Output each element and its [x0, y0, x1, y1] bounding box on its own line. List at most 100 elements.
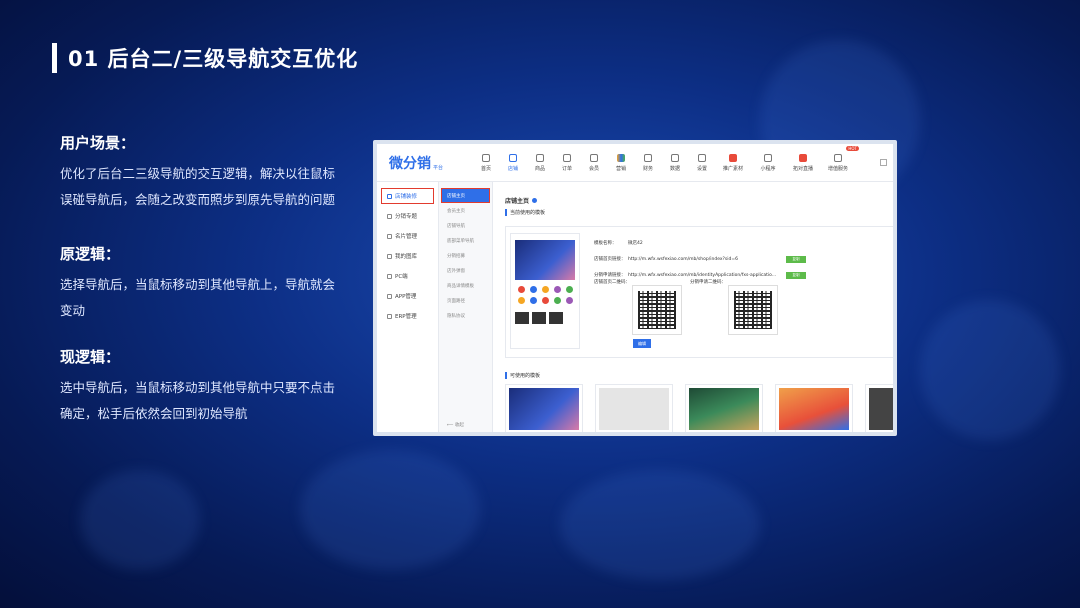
sidebar2-item[interactable]: 店外弹窗: [439, 263, 492, 278]
template-name: 微店42: [628, 241, 643, 246]
nav-label: 财务: [643, 165, 654, 172]
available-templates-heading: 可使用的模板: [505, 372, 540, 379]
shop-link[interactable]: http://m.wfx.wsfexiao.com/mb/shop/index?…: [628, 257, 784, 262]
thumb-image: [779, 388, 849, 430]
nav-service[interactable]: 增值服务: [821, 153, 855, 172]
bokeh-light: [80, 470, 200, 570]
sidebar2-item[interactable]: 底部菜单导航: [439, 233, 492, 248]
section-old-logic: 原逻辑： 选择导航后，当鼠标移动到其他导航上，导航就会变动: [60, 243, 340, 324]
title-accent-bar: [52, 43, 57, 73]
sidebar1-erp[interactable]: ERP管理: [377, 306, 438, 326]
template-thumb[interactable]: [685, 384, 763, 432]
section-heading: 用户场景：: [60, 134, 136, 152]
home-icon: [482, 153, 491, 162]
nav-label: 订单: [562, 165, 573, 172]
nav-label: 推广素材: [723, 165, 744, 172]
miniapp-icon: [764, 153, 773, 162]
slide-title-text: 01 后台二/三级导航交互优化: [68, 47, 359, 71]
template-thumb[interactable]: [505, 384, 583, 432]
preview-dot: [565, 286, 573, 293]
sidebar1-app[interactable]: APP管理: [377, 286, 438, 306]
sidebar1-gallery[interactable]: 我的图库: [377, 246, 438, 266]
apply-link[interactable]: http://m.wfx.wsfexiao.com/mb/identityApp…: [628, 273, 784, 278]
nav-goods[interactable]: 商品: [527, 153, 553, 172]
sidebar1-label: PC端: [395, 274, 408, 280]
pc-icon: [387, 273, 392, 279]
template-thumb[interactable]: [775, 384, 853, 432]
nav-home[interactable]: 首页: [473, 153, 499, 172]
collapse-sidebar-button[interactable]: ⟵ 收起: [447, 422, 464, 428]
template-info: 模板名称： 微店42 店铺首页链接： http://m.wfx.wsfexiao.c…: [594, 235, 806, 283]
sidebar1-label: 店铺装修: [395, 194, 418, 200]
nav-label: 设置: [697, 165, 708, 172]
hot-badge: HOT: [846, 146, 859, 151]
nav-marketing[interactable]: 营销: [608, 153, 634, 172]
nav-data[interactable]: 数据: [662, 153, 688, 172]
preview-good: [515, 312, 529, 324]
copy-shop-link-button[interactable]: 复制: [786, 255, 806, 263]
sidebar1-label: 分销专题: [395, 214, 418, 220]
gallery-icon: [387, 253, 392, 259]
nav-label: 数据: [670, 165, 681, 172]
app-logo[interactable]: 微分销 平台: [389, 153, 443, 173]
section-body: 优化了后台二三级导航的交互逻辑，解决以往鼠标误碰导航后，会随之改变而照步到原先导…: [60, 166, 336, 207]
service-icon: [834, 153, 843, 162]
edit-template-button[interactable]: 编辑: [633, 339, 651, 348]
nav-member[interactable]: 会员: [581, 153, 607, 172]
top-nav-bar: 微分销 平台 首页 店铺 商品 订单 会员 营销 财务 数据 设置 推广素材 小…: [377, 144, 893, 182]
nav-miniapp[interactable]: 小程序: [751, 153, 785, 172]
preview-dot: [541, 297, 549, 304]
order-icon: [563, 153, 572, 162]
logo-sub: 平台: [433, 164, 444, 171]
current-template-heading: 当前使用的模板: [505, 209, 889, 216]
preview-good: [549, 312, 563, 324]
sidebar1-shop-decoration[interactable]: 店铺装修: [381, 188, 434, 204]
sidebar2-item[interactable]: 商品详情模板: [439, 278, 492, 293]
thumb-image: [509, 388, 579, 430]
goods-icon: [536, 153, 545, 162]
nav-order[interactable]: 订单: [554, 153, 580, 172]
template-thumb[interactable]: [865, 384, 893, 432]
nav-settings[interactable]: 设置: [689, 153, 715, 172]
nav-label: 首页: [481, 165, 492, 172]
thumb-image: [599, 388, 669, 430]
help-icon[interactable]: [532, 198, 538, 203]
preview-dot: [529, 286, 537, 293]
sidebar2-item[interactable]: 会员主页: [439, 203, 492, 218]
sidebar2-item[interactable]: 隐私协议: [439, 308, 492, 323]
sidebar2-item[interactable]: 店铺导航: [439, 218, 492, 233]
sidebar2-item[interactable]: 页面路径: [439, 293, 492, 308]
thumb-image: [689, 388, 759, 430]
nav-label: 店铺: [508, 165, 519, 172]
app-window: 微分销 平台 首页 店铺 商品 订单 会员 营销 财务 数据 设置 推广素材 小…: [377, 144, 893, 432]
marketing-icon: [617, 153, 626, 162]
live-icon: [799, 153, 808, 162]
nav-finance[interactable]: 财务: [635, 153, 661, 172]
template-preview[interactable]: [510, 233, 580, 349]
sidebar2-item[interactable]: 店铺主页: [441, 188, 490, 203]
erp-icon: [387, 313, 392, 319]
sidebar1-pc[interactable]: PC端: [377, 266, 438, 286]
sidebar2-item[interactable]: 分销招募: [439, 248, 492, 263]
settings-icon: [698, 153, 707, 162]
sidebar1-card[interactable]: 名片管理: [377, 226, 438, 246]
section-body: 选中导航后，当鼠标移动到其他导航中只要不点击确定，松手后依然会回到初始导航: [60, 380, 336, 421]
apply-qr-code: [728, 285, 778, 335]
promo-icon: [729, 153, 738, 162]
section-heading: 原逻辑：: [60, 245, 121, 263]
qr-pattern: [734, 291, 772, 329]
slide-title: 01 后台二/三级导航交互优化: [52, 42, 358, 74]
expand-icon[interactable]: [880, 159, 887, 166]
sidebar1-label: ERP管理: [395, 314, 417, 320]
copy-apply-link-button[interactable]: 复制: [786, 271, 806, 279]
nav-live[interactable]: 拓对直播: [786, 153, 820, 172]
nav-promo[interactable]: 推广素材: [716, 153, 750, 172]
template-thumb[interactable]: [595, 384, 673, 432]
nav-shop[interactable]: 店铺: [500, 153, 526, 172]
nav-label: 增值服务: [828, 165, 849, 172]
logo-text: 微分销: [389, 155, 431, 172]
sidebar1-label: 名片管理: [395, 234, 418, 240]
nav-label: 商品: [535, 165, 546, 172]
topic-icon: [387, 213, 392, 219]
sidebar1-topic[interactable]: 分销专题: [377, 206, 438, 226]
